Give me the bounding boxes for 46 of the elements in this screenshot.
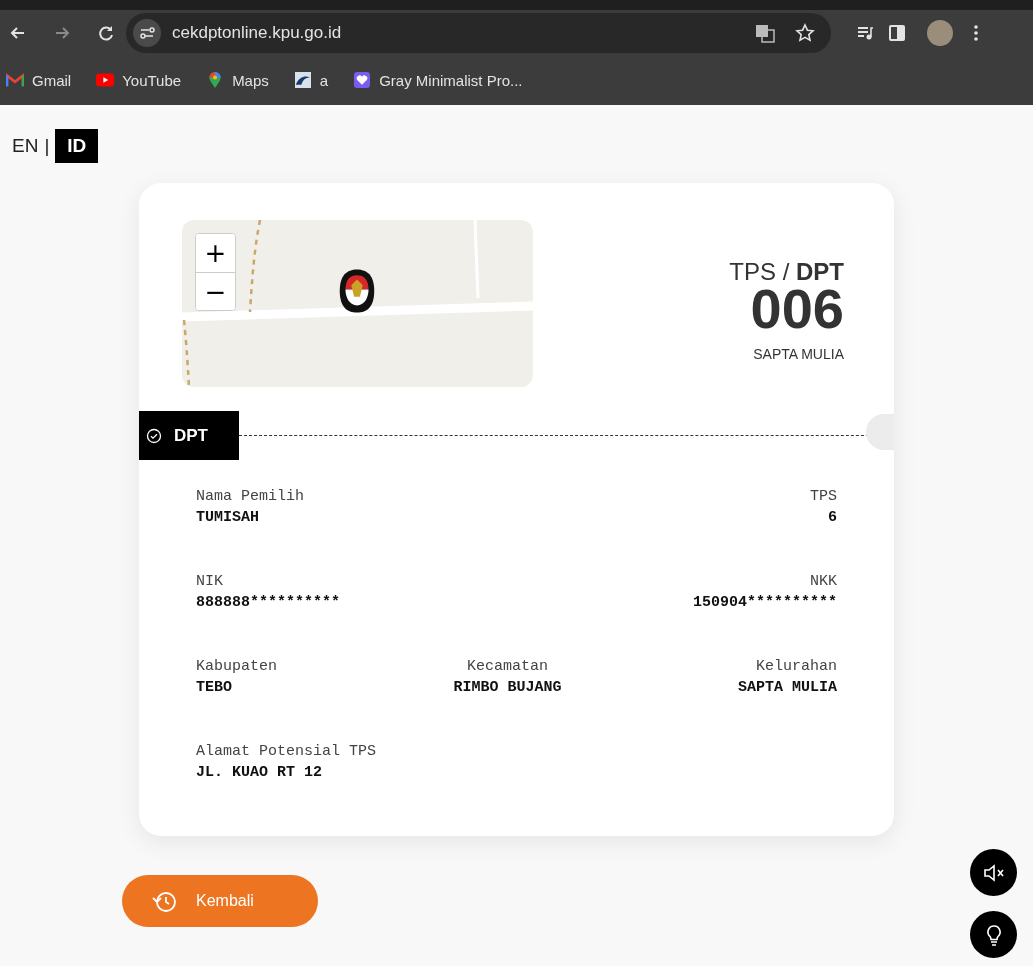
address-bar[interactable]: cekdptonline.kpu.go.id [126,12,831,53]
field-label: Alamat Potensial TPS [196,743,377,760]
language-option[interactable]: ID [55,129,99,163]
site-settings-icon[interactable] [133,18,161,47]
menu-icon[interactable] [973,22,979,43]
field-value: 150904********** [692,594,837,611]
field-value: TEBO [196,679,233,696]
bookmark[interactable]: YouTube [96,71,182,89]
field-value: JL. KUAO RT 12 [196,764,324,781]
bookmark[interactable]: Gray Minimalist Pro... [353,71,523,89]
field-value: 888888********** [196,594,341,611]
field-label: Nama Pemilih [196,488,305,505]
language-option[interactable]: EN [12,129,39,163]
mute-button[interactable] [970,849,1017,896]
field-label: NKK [810,573,837,590]
bookmark[interactable]: a [293,71,329,89]
map[interactable]: + − [182,220,533,387]
field-label: NIK [196,573,224,590]
hint-button[interactable] [970,911,1017,958]
clock-return-icon [152,889,178,913]
field-label: Kelurahan [755,658,837,675]
profile-avatar[interactable] [927,19,953,46]
envelope-icon [6,72,24,88]
zoom-out-button[interactable]: − [196,272,235,310]
field-label: TPS [810,488,837,505]
bookmark[interactable]: Gmail [6,71,72,89]
field-value: RIMBO BUJANG [453,679,562,696]
bird-icon [293,72,312,88]
field-label: Kecamatan [466,658,548,675]
check-circle-icon [146,427,162,444]
field-label: Kabupaten [196,658,277,675]
tps-number: 006 [750,284,844,334]
star-icon[interactable] [795,22,815,43]
field-value: 6 [828,509,837,526]
emblem-marker-icon[interactable] [337,268,377,314]
tps-heading: TPS / DPT [729,258,844,286]
side-panel-icon[interactable] [887,22,907,43]
badge-label: DPT [174,425,208,446]
language-separator: | [44,135,50,157]
village-name: SAPTA MULIA [753,346,844,362]
bookmark[interactable]: Maps [206,71,269,89]
field-value: TUMISAH [196,509,260,526]
translate-icon[interactable] [755,22,775,43]
ticket-notch [866,414,894,450]
play-icon [96,72,115,88]
field-value: SAPTA MULIA [737,679,837,696]
